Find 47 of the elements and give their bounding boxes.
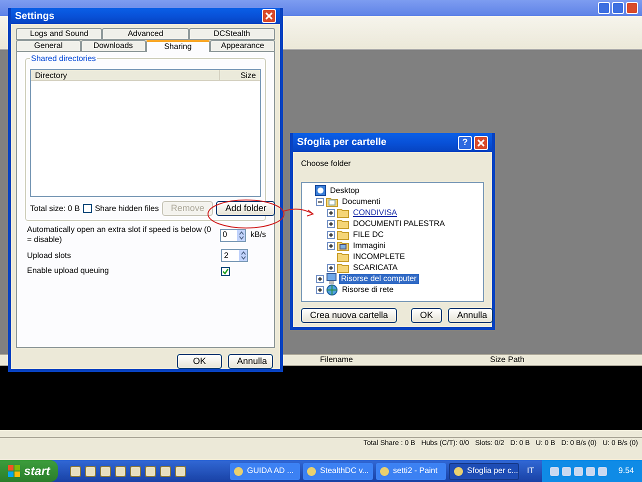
spin-field[interactable]: 0 bbox=[220, 228, 246, 242]
checkbox-label: Share hidden files bbox=[94, 202, 159, 214]
taskbar-button[interactable]: Sfoglia per c... bbox=[449, 462, 520, 480]
column-header[interactable]: Directory bbox=[31, 70, 220, 80]
option-label: Enable upload queuing bbox=[27, 266, 110, 276]
tree-item[interactable]: SCARICATA bbox=[351, 262, 400, 272]
tree-item[interactable]: INCOMPLETE bbox=[351, 252, 408, 262]
tree-item[interactable]: Immagini bbox=[351, 240, 388, 250]
column-header[interactable]: Size bbox=[220, 70, 260, 80]
tree-item[interactable]: Desktop bbox=[328, 186, 362, 196]
cancel-button[interactable]: Annulla bbox=[228, 354, 273, 369]
tab[interactable]: Sharing bbox=[146, 40, 210, 52]
taskbar-button[interactable]: setti2 - Paint bbox=[376, 462, 446, 480]
tab[interactable]: Downloads bbox=[80, 40, 146, 52]
tree-item[interactable]: Risorse del computer bbox=[339, 274, 419, 284]
tree-item[interactable]: Risorse di rete bbox=[340, 284, 396, 294]
start-button[interactable]: start bbox=[0, 460, 58, 482]
tree-item[interactable]: CONDIVISA bbox=[351, 208, 400, 218]
tree-item[interactable]: Documenti bbox=[340, 196, 382, 206]
column-header[interactable]: Path bbox=[508, 354, 524, 366]
prompt-text: Choose folder bbox=[300, 158, 352, 170]
tab[interactable]: Advanced bbox=[102, 28, 189, 40]
taskbar-button[interactable]: GUIDA AD ... bbox=[230, 462, 300, 480]
tab[interactable]: Appearance bbox=[210, 40, 275, 52]
window-title: Sfoglia per cartelle bbox=[297, 136, 386, 150]
cancel-button[interactable]: Annulla bbox=[448, 308, 494, 323]
spin-field[interactable]: 2 bbox=[221, 249, 248, 262]
ok-button[interactable]: OK bbox=[177, 354, 222, 369]
new-folder-button[interactable]: Crea nuova cartella bbox=[301, 308, 398, 323]
option-label: Upload slots bbox=[27, 250, 72, 260]
column-header[interactable]: Size bbox=[490, 354, 508, 366]
clock: 9.54 bbox=[618, 465, 634, 477]
total-size-label: Total size: 0 B bbox=[30, 202, 80, 214]
window-title: Settings bbox=[15, 10, 54, 24]
option-label: Automatically open an extra slot if speed is below (0 = disable) bbox=[27, 225, 212, 245]
help-button[interactable]: ? bbox=[458, 136, 472, 150]
taskbar-button[interactable]: StealthDC v... bbox=[303, 462, 374, 480]
tab[interactable]: DCStealth bbox=[188, 28, 275, 40]
tab[interactable]: General bbox=[16, 40, 81, 52]
tree-item[interactable]: FILE DC bbox=[351, 230, 386, 240]
unit-label: kB/s bbox=[250, 229, 266, 241]
column-header[interactable]: Filename bbox=[320, 354, 490, 366]
add-folder-button[interactable]: Add folder bbox=[216, 201, 276, 216]
language-indicator[interactable]: IT bbox=[527, 465, 534, 477]
ok-button[interactable]: OK bbox=[411, 308, 442, 323]
tab[interactable]: Logs and Sound bbox=[16, 28, 102, 40]
tree-item[interactable]: DOCUMENTI PALESTRA bbox=[351, 218, 447, 228]
